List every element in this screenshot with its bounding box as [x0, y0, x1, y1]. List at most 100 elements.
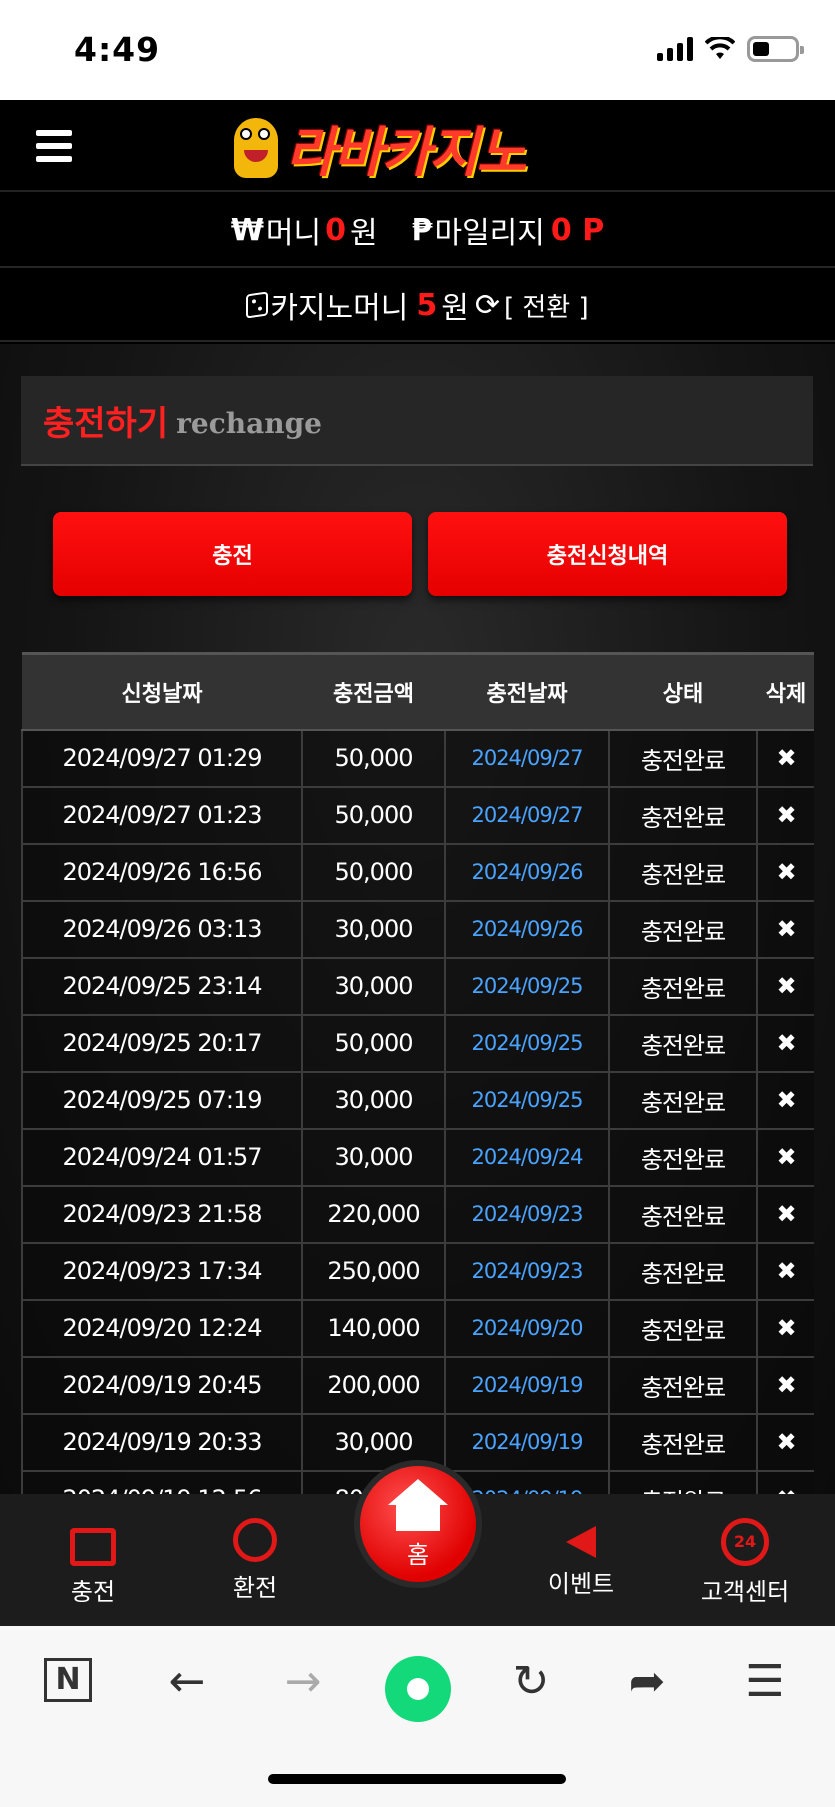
- site-logo[interactable]: 라바카지노: [228, 112, 608, 184]
- amount-cell: 50,000: [301, 842, 446, 902]
- table-row: 2024/09/23 17:34 250,000 2024/09/23 충전완료 ✖: [21, 1241, 814, 1301]
- charge-date-cell: 2024/09/24: [444, 1127, 610, 1187]
- browser-menu-icon[interactable]: ☰: [730, 1656, 800, 1707]
- charge-box-icon: [70, 1528, 116, 1566]
- table-row: 2024/09/26 16:56 50,000 2024/09/26 충전완료 ✖: [21, 842, 814, 902]
- megaphone-icon: [566, 1526, 596, 1558]
- reload-icon[interactable]: ↻: [496, 1656, 566, 1707]
- charge-date-cell: 2024/09/25: [444, 1013, 610, 1073]
- delete-icon[interactable]: ✖: [756, 842, 814, 902]
- status-cell: 충전완료: [608, 1412, 758, 1472]
- switch-button[interactable]: [ 전환 ]: [504, 287, 589, 324]
- header-amount: 충전금액: [302, 652, 445, 731]
- request-date-cell: 2024/09/24 01:57: [21, 1127, 303, 1187]
- request-date-cell: 2024/09/25 23:14: [21, 956, 303, 1016]
- delete-icon[interactable]: ✖: [756, 899, 814, 959]
- page-title-korean: 충전하기: [43, 403, 169, 444]
- menu-icon[interactable]: [36, 130, 72, 162]
- request-date-cell: 2024/09/20 12:24: [21, 1298, 303, 1358]
- delete-icon[interactable]: ✖: [756, 1241, 814, 1301]
- green-dot-icon[interactable]: [385, 1656, 451, 1722]
- charge-date-cell: 2024/09/23: [444, 1241, 610, 1301]
- wifi-icon: [705, 37, 735, 59]
- nav-support-label: 고객센터: [700, 1578, 790, 1606]
- table-row: 2024/09/25 07:19 30,000 2024/09/25 충전완료 ✖: [21, 1070, 814, 1130]
- delete-icon[interactable]: ✖: [756, 1469, 814, 1494]
- status-cell: 충전완료: [608, 728, 758, 788]
- larva-mascot-icon: [228, 114, 286, 180]
- charge-date-cell: 2024/09/25: [444, 956, 610, 1016]
- delete-icon[interactable]: ✖: [756, 1127, 814, 1187]
- status-cell: 충전완료: [608, 1013, 758, 1073]
- nav-charge-label: 충전: [70, 1578, 116, 1606]
- nav-home-button[interactable]: 홈: [354, 1460, 482, 1588]
- home-icon: [388, 1478, 448, 1505]
- status-cell: 충전완료: [608, 1127, 758, 1187]
- amount-cell: 30,000: [301, 1070, 446, 1130]
- nav-home-label: 홈: [406, 1540, 430, 1569]
- charge-history-table: 신청날짜 충전금액 충전날짜 상태 삭제 2024/09/27 01:29 50,…: [21, 652, 814, 1494]
- amount-cell: 200,000: [301, 1355, 446, 1415]
- nav-exchange[interactable]: 환전: [190, 1518, 320, 1603]
- charge-date-cell: 2024/09/27: [444, 728, 610, 788]
- status-cell: 충전완료: [608, 785, 758, 845]
- delete-icon[interactable]: ✖: [756, 1184, 814, 1244]
- amount-cell: 50,000: [301, 785, 446, 845]
- status-cell: 충전완료: [608, 956, 758, 1016]
- nav-event-label: 이벤트: [547, 1570, 615, 1598]
- back-icon[interactable]: ←: [152, 1656, 222, 1707]
- delete-icon[interactable]: ✖: [756, 1013, 814, 1073]
- amount-cell: 30,000: [301, 956, 446, 1016]
- casino-money-unit: 원: [441, 291, 469, 326]
- status-cell: 충전완료: [608, 1298, 758, 1358]
- site-header: 라바카지노: [0, 100, 835, 192]
- nav-event[interactable]: 이벤트: [516, 1518, 646, 1599]
- money-bar: ₩ 머니 0 원 ₱ 마일리지 0 P: [0, 194, 835, 268]
- delete-icon[interactable]: ✖: [756, 1070, 814, 1130]
- amount-cell: 50,000: [301, 1013, 446, 1073]
- delete-icon[interactable]: ✖: [756, 1355, 814, 1415]
- forward-icon[interactable]: →: [268, 1656, 338, 1707]
- status-cell: 충전완료: [608, 1355, 758, 1415]
- amount-cell: 140,000: [301, 1298, 446, 1358]
- mileage-icon: ₱: [411, 212, 433, 248]
- charge-history-button[interactable]: 충전신청내역: [428, 512, 787, 596]
- delete-icon[interactable]: ✖: [756, 1298, 814, 1358]
- nav-charge[interactable]: 충전: [28, 1518, 158, 1607]
- home-indicator: [268, 1774, 566, 1784]
- header-delete: 삭제: [757, 652, 814, 731]
- support-24-icon: 24: [721, 1518, 769, 1566]
- table-row: 2024/09/19 20:45 200,000 2024/09/19 충전완료 ✖: [21, 1355, 814, 1415]
- nav-exchange-label: 환전: [232, 1574, 278, 1602]
- table-row: 2024/09/27 01:29 50,000 2024/09/27 충전완료 ✖: [21, 728, 814, 788]
- status-cell: 충전완료: [608, 1070, 758, 1130]
- status-cell: 충전완료: [608, 1469, 758, 1494]
- table-row: 2024/09/20 12:24 140,000 2024/09/20 충전완료 ✖: [21, 1298, 814, 1358]
- money-value: 0: [325, 212, 346, 248]
- mileage-label: 마일리지: [434, 216, 545, 251]
- table-row: 2024/09/25 23:14 30,000 2024/09/25 충전완료 ✖: [21, 956, 814, 1016]
- amount-cell: 220,000: [301, 1184, 446, 1244]
- main-content: 충전하기 rechange 충전 충전신청내역 신청날짜 충전금액 충전날짜 상…: [0, 344, 835, 1494]
- naver-n-icon[interactable]: N: [44, 1658, 92, 1702]
- charge-date-cell: 2024/09/20: [444, 1298, 610, 1358]
- request-date-cell: 2024/09/27 01:29: [21, 728, 303, 788]
- table-row: 2024/09/27 01:23 50,000 2024/09/27 충전완료 ✖: [21, 785, 814, 845]
- delete-icon[interactable]: ✖: [756, 728, 814, 788]
- won-icon: ₩: [230, 212, 264, 248]
- bottom-nav: 충전 환전 홈 이벤트 24 고객센터: [0, 1460, 835, 1626]
- nav-support[interactable]: 24 고객센터: [680, 1518, 810, 1607]
- refresh-icon[interactable]: ⟳: [475, 288, 500, 323]
- charge-date-cell: 2024/09/26: [444, 842, 610, 902]
- request-date-cell: 2024/09/26 16:56: [21, 842, 303, 902]
- delete-icon[interactable]: ✖: [756, 1412, 814, 1472]
- share-icon[interactable]: ➦: [612, 1656, 682, 1707]
- delete-icon[interactable]: ✖: [756, 785, 814, 845]
- charge-button[interactable]: 충전: [53, 512, 412, 596]
- charge-date-cell: 2024/09/23: [444, 1184, 610, 1244]
- casino-money-label: 카지노머니: [270, 291, 409, 326]
- signal-icon: [657, 37, 693, 61]
- coin-hand-icon: [233, 1518, 277, 1562]
- delete-icon[interactable]: ✖: [756, 956, 814, 1016]
- ios-status-bar: 4:49: [0, 0, 835, 100]
